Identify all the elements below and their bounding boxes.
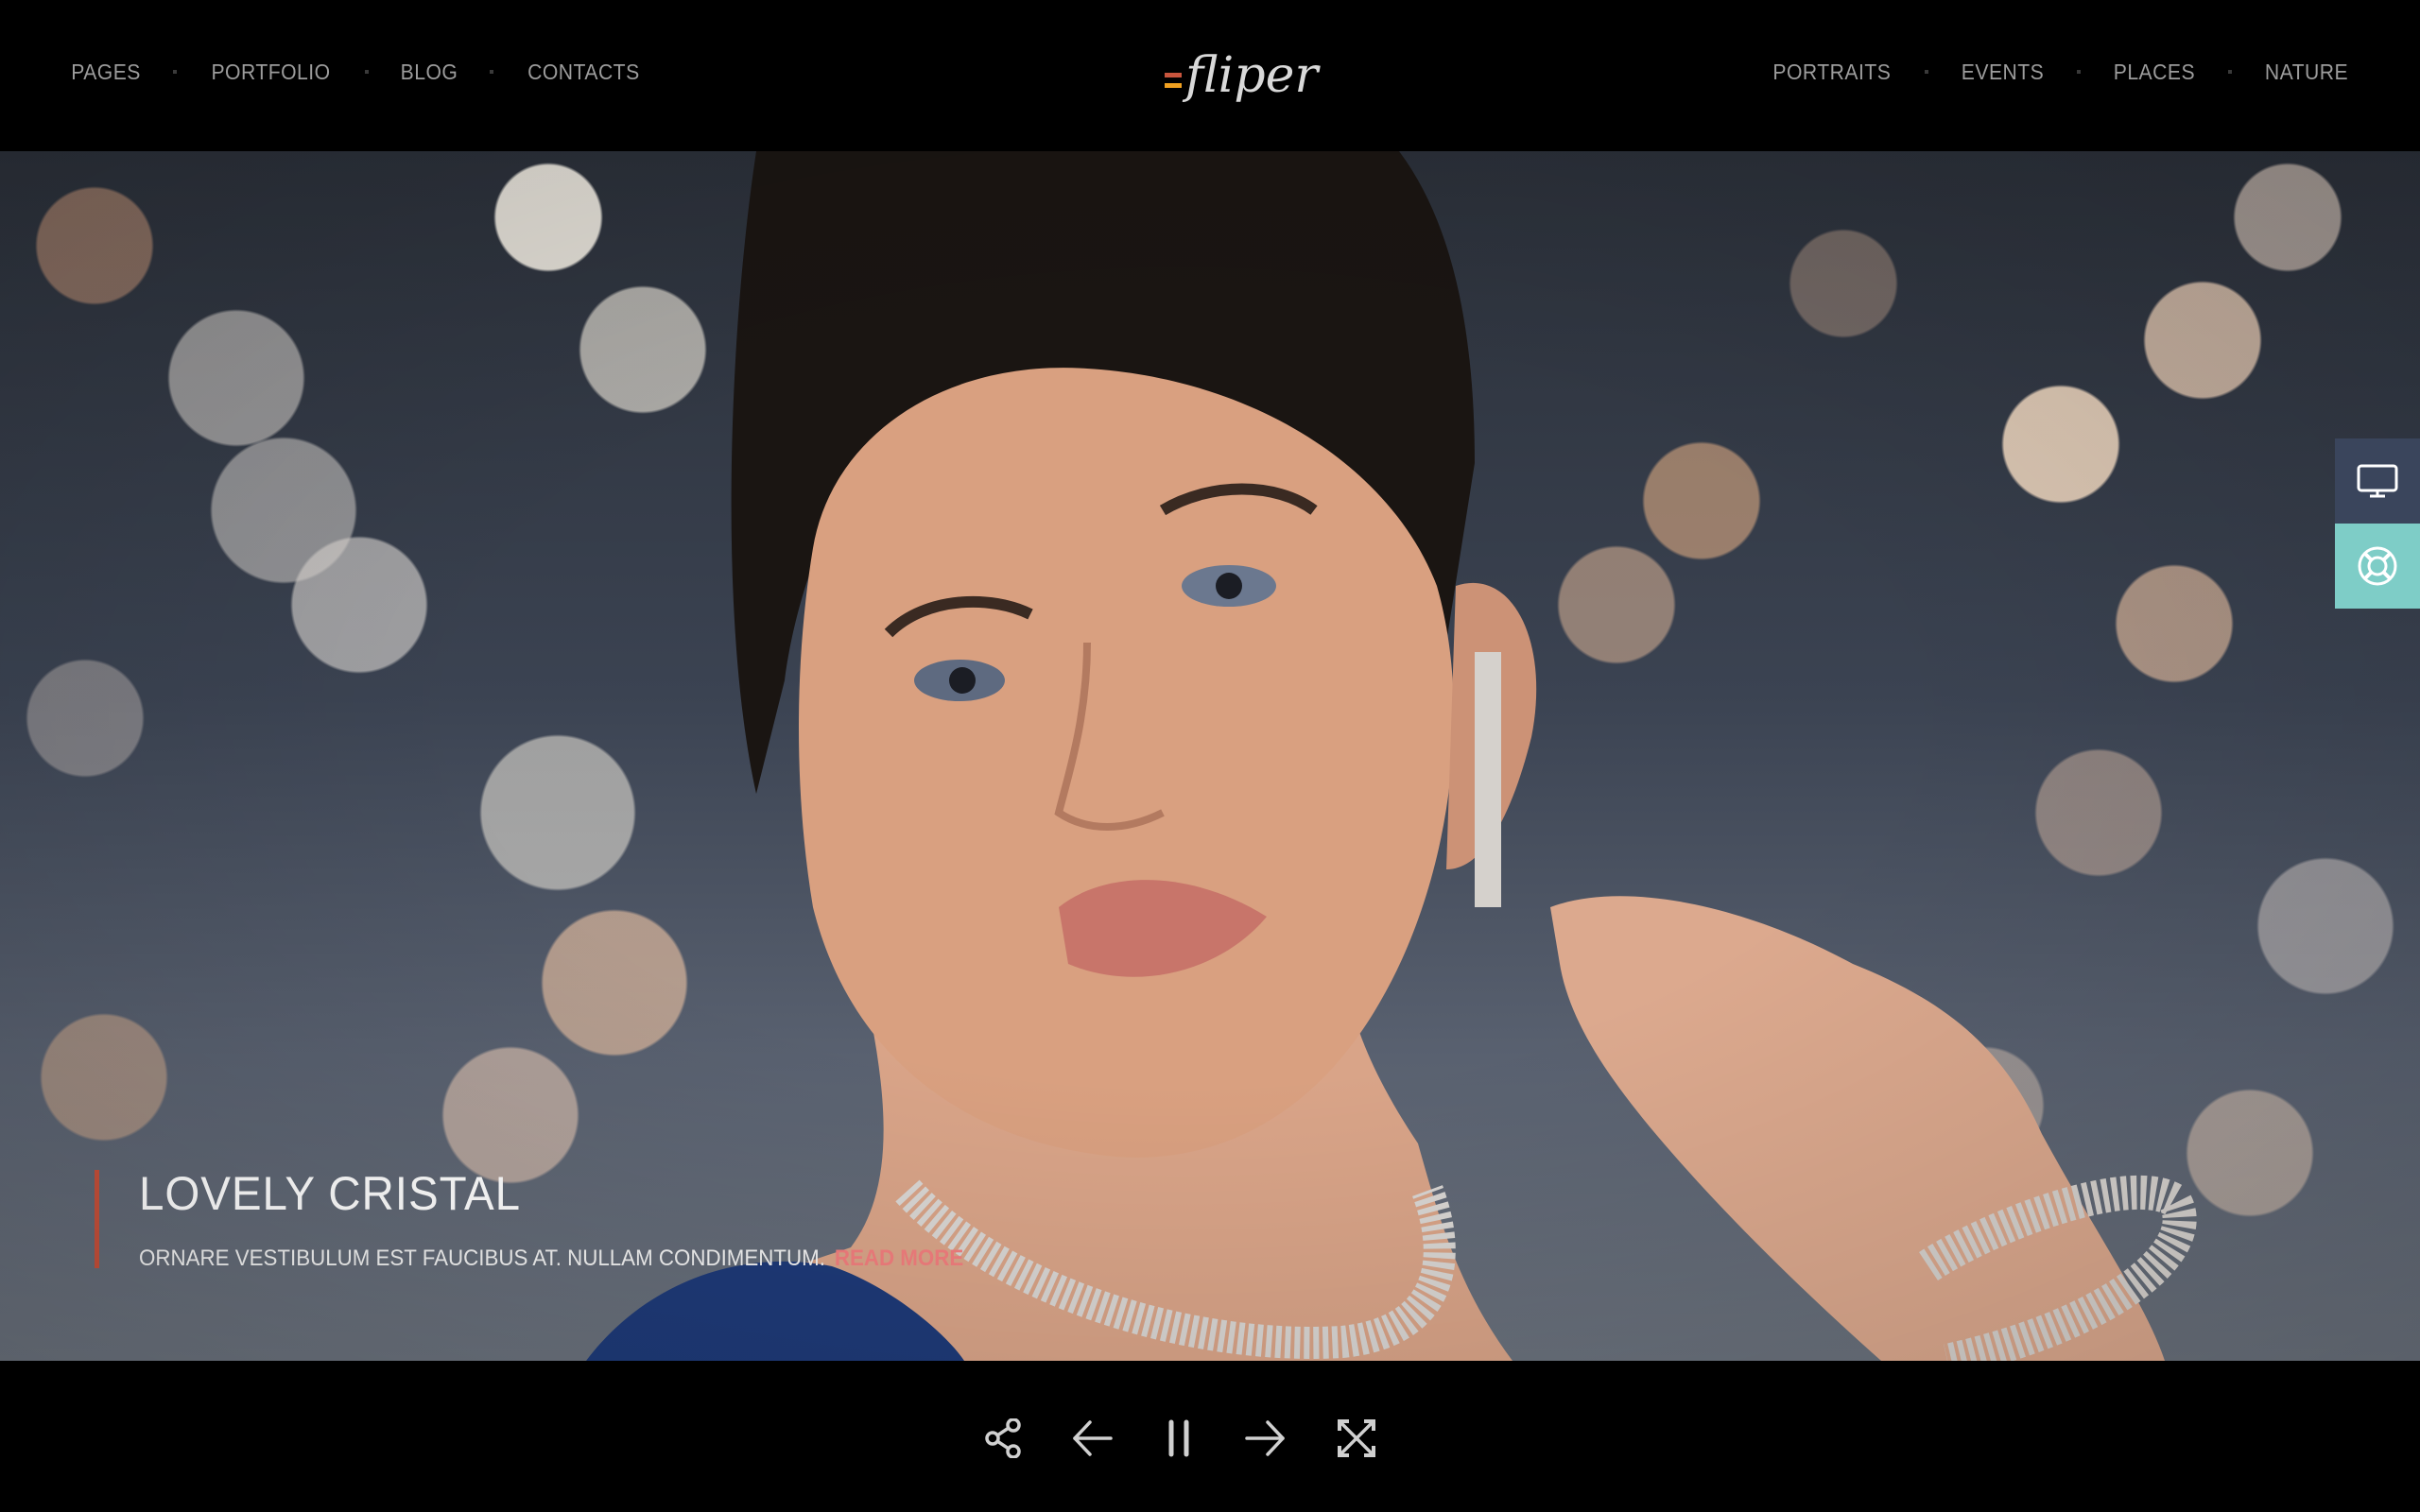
slide-title: LOVELY CRISTAL bbox=[139, 1167, 522, 1220]
main-nav-right: PORTRAITS EVENTS PLACES NATURE bbox=[1768, 57, 2352, 87]
nav-separator bbox=[489, 70, 493, 74]
logo-text: fliper bbox=[1185, 47, 1319, 104]
hand-shape bbox=[1550, 896, 2165, 1361]
next-slide-button[interactable] bbox=[1245, 1418, 1287, 1459]
main-nav-left: PAGES PORTFOLIO BLOG CONTACTS bbox=[68, 57, 645, 87]
slider-controls bbox=[0, 1361, 2420, 1512]
arrow-right-icon bbox=[1245, 1420, 1285, 1456]
share-icon bbox=[985, 1418, 1021, 1458]
nav-item-events[interactable]: EVENTS bbox=[1962, 60, 2044, 85]
monitor-icon bbox=[2357, 464, 2398, 498]
site-header: PAGES PORTFOLIO BLOG CONTACTS fliper POR… bbox=[0, 0, 2420, 151]
previous-slide-button[interactable] bbox=[1071, 1418, 1113, 1459]
nav-separator bbox=[2077, 70, 2082, 74]
pause-button[interactable] bbox=[1158, 1418, 1200, 1459]
face-shape bbox=[799, 368, 1454, 1158]
right-pupil bbox=[1216, 573, 1242, 599]
logo-mark-top bbox=[1165, 73, 1182, 77]
logo-mark-icon bbox=[1165, 73, 1182, 88]
hero-slide: LOVELY CRISTAL ORNARE VESTIBULUM EST FAU… bbox=[0, 151, 2420, 1361]
arrow-left-icon bbox=[1073, 1420, 1113, 1456]
site-logo[interactable]: fliper bbox=[1165, 45, 1318, 106]
earring-shape bbox=[1475, 652, 1501, 907]
side-widget bbox=[2335, 438, 2420, 609]
left-pupil bbox=[949, 667, 976, 694]
nav-separator bbox=[2228, 70, 2233, 74]
slide-description-text: ORNARE VESTIBULUM EST FAUCIBUS AT. NULLA… bbox=[139, 1246, 825, 1271]
read-more-link[interactable]: READ MORE bbox=[835, 1246, 963, 1271]
pause-icon bbox=[1168, 1419, 1189, 1457]
nav-item-pages[interactable]: PAGES bbox=[71, 60, 141, 85]
fullscreen-button[interactable] bbox=[1336, 1418, 1377, 1459]
logo-mark-bottom bbox=[1165, 83, 1182, 88]
nav-item-nature[interactable]: NATURE bbox=[2265, 60, 2348, 85]
lifebuoy-icon bbox=[2358, 546, 2397, 586]
slide-caption: LOVELY CRISTAL ORNARE VESTIBULUM EST FAU… bbox=[95, 1167, 1026, 1271]
responsive-preview-button[interactable] bbox=[2335, 438, 2420, 524]
nav-item-places[interactable]: PLACES bbox=[2114, 60, 2195, 85]
fullscreen-icon bbox=[1338, 1419, 1375, 1457]
nav-separator bbox=[365, 70, 370, 74]
slide-description: ORNARE VESTIBULUM EST FAUCIBUS AT. NULLA… bbox=[139, 1246, 963, 1272]
nav-item-contacts[interactable]: CONTACTS bbox=[527, 60, 639, 85]
nav-item-blog[interactable]: BLOG bbox=[401, 60, 458, 85]
nav-item-portfolio[interactable]: PORTFOLIO bbox=[212, 60, 331, 85]
nav-separator bbox=[173, 70, 178, 74]
share-button[interactable] bbox=[983, 1418, 1025, 1459]
nav-item-portraits[interactable]: PORTRAITS bbox=[1772, 60, 1891, 85]
support-button[interactable] bbox=[2335, 524, 2420, 609]
nav-separator bbox=[1925, 70, 1929, 74]
